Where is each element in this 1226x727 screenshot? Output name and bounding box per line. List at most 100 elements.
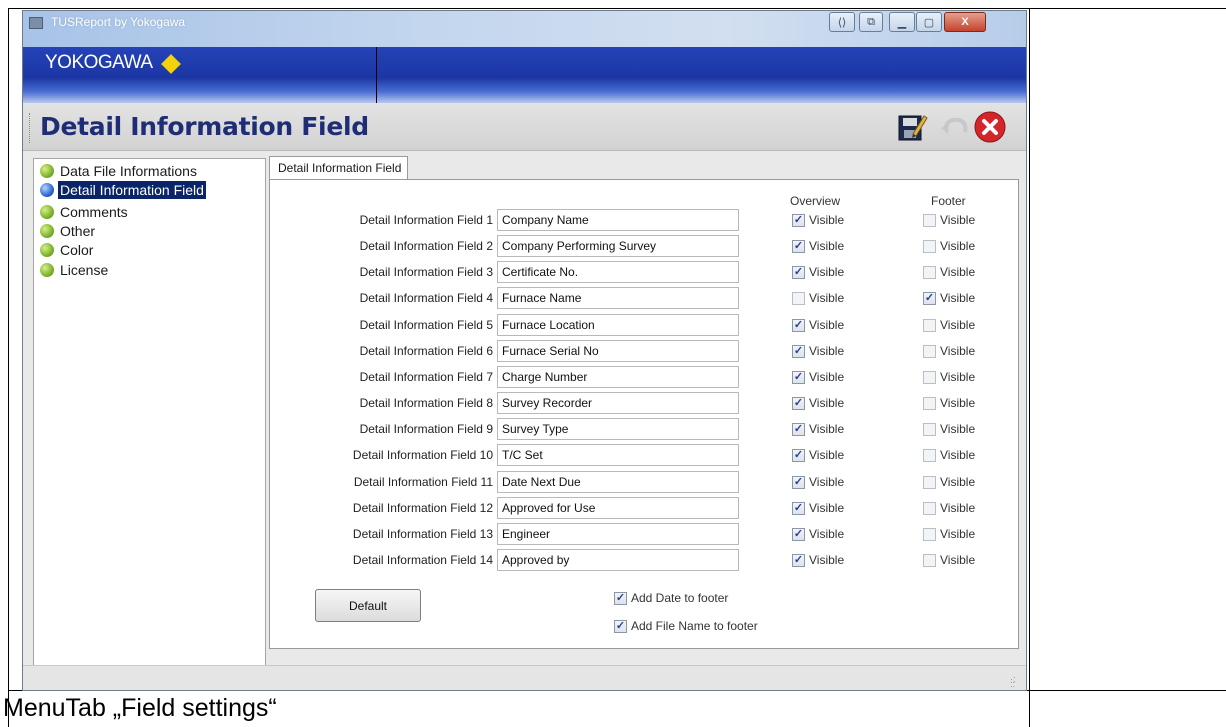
overview-visible-checkbox[interactable]: Visible: [792, 291, 844, 305]
field-value-input[interactable]: Company Name: [497, 209, 739, 231]
overview-visible-checkbox[interactable]: ✓ Visible: [792, 448, 844, 462]
field-value-input[interactable]: Company Performing Survey: [497, 235, 739, 257]
add-file-name-to-footer-checkbox[interactable]: ✓ Add File Name to footer: [614, 619, 758, 633]
footer-visible-checkbox[interactable]: Visible: [923, 501, 975, 515]
footer-visible-checkbox[interactable]: Visible: [923, 239, 975, 253]
field-value-input[interactable]: Approved for Use: [497, 497, 739, 519]
footer-visible-checkbox[interactable]: Visible: [923, 396, 975, 410]
checkbox-box[interactable]: ✓: [923, 291, 936, 305]
checkbox-label: Visible: [809, 422, 845, 436]
checkbox-box[interactable]: [923, 239, 936, 253]
checkbox-box[interactable]: [923, 265, 936, 279]
checkbox-box[interactable]: ✓: [792, 553, 805, 567]
checkbox-box[interactable]: ✓: [614, 591, 627, 605]
sidebar-item-other[interactable]: Other: [40, 222, 97, 240]
restore-view-button[interactable]: ⧉: [859, 12, 883, 32]
checkbox-box[interactable]: [923, 475, 936, 489]
checkbox-box[interactable]: [923, 553, 936, 567]
checkbox-label: Visible: [809, 396, 845, 410]
field-value-input[interactable]: Charge Number: [497, 366, 739, 388]
field-value-input[interactable]: Survey Recorder: [497, 392, 739, 414]
resize-grip-icon[interactable]: ·:::: [1010, 675, 1020, 689]
checkbox-box[interactable]: [923, 344, 936, 358]
footer-visible-checkbox[interactable]: Visible: [923, 475, 975, 489]
checkbox-box[interactable]: ✓: [792, 265, 805, 279]
checkbox-label: Visible: [809, 291, 845, 305]
footer-visible-checkbox[interactable]: Visible: [923, 448, 975, 462]
field-value-input[interactable]: Approved by: [497, 549, 739, 571]
checkbox-box[interactable]: [923, 422, 936, 436]
overview-visible-checkbox[interactable]: ✓ Visible: [792, 213, 844, 227]
overview-visible-checkbox[interactable]: ✓ Visible: [792, 265, 844, 279]
checkbox-box[interactable]: ✓: [792, 501, 805, 515]
tab-detail-information-field[interactable]: Detail Information Field: [269, 156, 408, 180]
footer-visible-checkbox[interactable]: Visible: [923, 553, 975, 567]
field-value-input[interactable]: Engineer: [497, 523, 739, 545]
overview-visible-checkbox[interactable]: ✓ Visible: [792, 475, 844, 489]
overview-visible-checkbox[interactable]: ✓ Visible: [792, 370, 844, 384]
overview-visible-checkbox[interactable]: ✓ Visible: [792, 344, 844, 358]
footer-visible-checkbox[interactable]: Visible: [923, 318, 975, 332]
footer-visible-checkbox[interactable]: Visible: [923, 213, 975, 227]
minimize-button[interactable]: ▁: [889, 12, 915, 32]
overview-visible-checkbox[interactable]: ✓ Visible: [792, 396, 844, 410]
sidebar-item-detail-information-field[interactable]: Detail Information Field: [40, 181, 206, 199]
sidebar-item-label: Data File Informations: [60, 163, 197, 179]
close-window-button[interactable]: X: [944, 12, 986, 32]
checkbox-box[interactable]: [923, 396, 936, 410]
sidebar-item-license[interactable]: License: [40, 261, 110, 279]
checkbox-box[interactable]: [923, 448, 936, 462]
checkbox-box[interactable]: ✓: [792, 370, 805, 384]
add-date-to-footer-checkbox[interactable]: ✓ Add Date to footer: [614, 591, 728, 605]
footer-visible-checkbox[interactable]: Visible: [923, 265, 975, 279]
field-value-input[interactable]: Furnace Serial No: [497, 340, 739, 362]
field-value-input[interactable]: T/C Set: [497, 444, 739, 466]
resize-button[interactable]: ⟨⟩: [829, 12, 855, 32]
checkbox-box[interactable]: [923, 527, 936, 541]
overview-visible-checkbox[interactable]: ✓ Visible: [792, 239, 844, 253]
footer-visible-checkbox[interactable]: ✓ Visible: [923, 291, 975, 305]
sidebar-item-comments[interactable]: Comments: [40, 203, 130, 221]
checkbox-box[interactable]: [792, 291, 805, 305]
sidebar-item-label: Detail Information Field: [58, 181, 206, 199]
checkbox-box[interactable]: [923, 370, 936, 384]
default-button[interactable]: Default: [315, 589, 421, 622]
document-frame: TUSReport by Yokogawa ⟨⟩ ⧉ ▁ ▢ X YOKOGAW…: [0, 0, 1226, 727]
sidebar: Data File Informations Detail Informatio…: [33, 158, 266, 668]
checkbox-box[interactable]: [923, 318, 936, 332]
sidebar-item-color[interactable]: Color: [40, 241, 95, 259]
checkbox-box[interactable]: [923, 213, 936, 227]
checkbox-box[interactable]: ✓: [792, 396, 805, 410]
checkbox-label: Visible: [940, 396, 976, 410]
checkbox-box[interactable]: ✓: [792, 448, 805, 462]
checkbox-box[interactable]: [923, 501, 936, 515]
checkbox-box[interactable]: ✓: [792, 239, 805, 253]
footer-visible-checkbox[interactable]: Visible: [923, 422, 975, 436]
field-value-input[interactable]: Certificate No.: [497, 261, 739, 283]
checkbox-box[interactable]: ✓: [792, 213, 805, 227]
footer-visible-checkbox[interactable]: Visible: [923, 344, 975, 358]
overview-visible-checkbox[interactable]: ✓ Visible: [792, 553, 844, 567]
close-icon[interactable]: [973, 110, 1007, 144]
save-edit-icon[interactable]: [895, 110, 929, 144]
footer-visible-checkbox[interactable]: Visible: [923, 370, 975, 384]
checkbox-box[interactable]: ✓: [614, 619, 627, 633]
checkbox-box[interactable]: ✓: [792, 422, 805, 436]
overview-visible-checkbox[interactable]: ✓ Visible: [792, 318, 844, 332]
checkbox-box[interactable]: ✓: [792, 318, 805, 332]
checkbox-box[interactable]: ✓: [792, 475, 805, 489]
overview-visible-checkbox[interactable]: ✓ Visible: [792, 501, 844, 515]
checkbox-box[interactable]: ✓: [792, 527, 805, 541]
sidebar-item-data-file-informations[interactable]: Data File Informations: [40, 162, 199, 180]
overview-visible-checkbox[interactable]: ✓ Visible: [792, 527, 844, 541]
checkbox-box[interactable]: ✓: [792, 344, 805, 358]
overview-visible-checkbox[interactable]: ✓ Visible: [792, 422, 844, 436]
field-value-input[interactable]: Furnace Location: [497, 314, 739, 336]
maximize-button[interactable]: ▢: [916, 12, 942, 32]
field-value-input[interactable]: Furnace Name: [497, 287, 739, 309]
field-value-input[interactable]: Survey Type: [497, 418, 739, 440]
checkbox-label: Visible: [809, 448, 845, 462]
footer-visible-checkbox[interactable]: Visible: [923, 527, 975, 541]
undo-icon[interactable]: [937, 110, 971, 144]
field-value-input[interactable]: Date Next Due: [497, 471, 739, 493]
